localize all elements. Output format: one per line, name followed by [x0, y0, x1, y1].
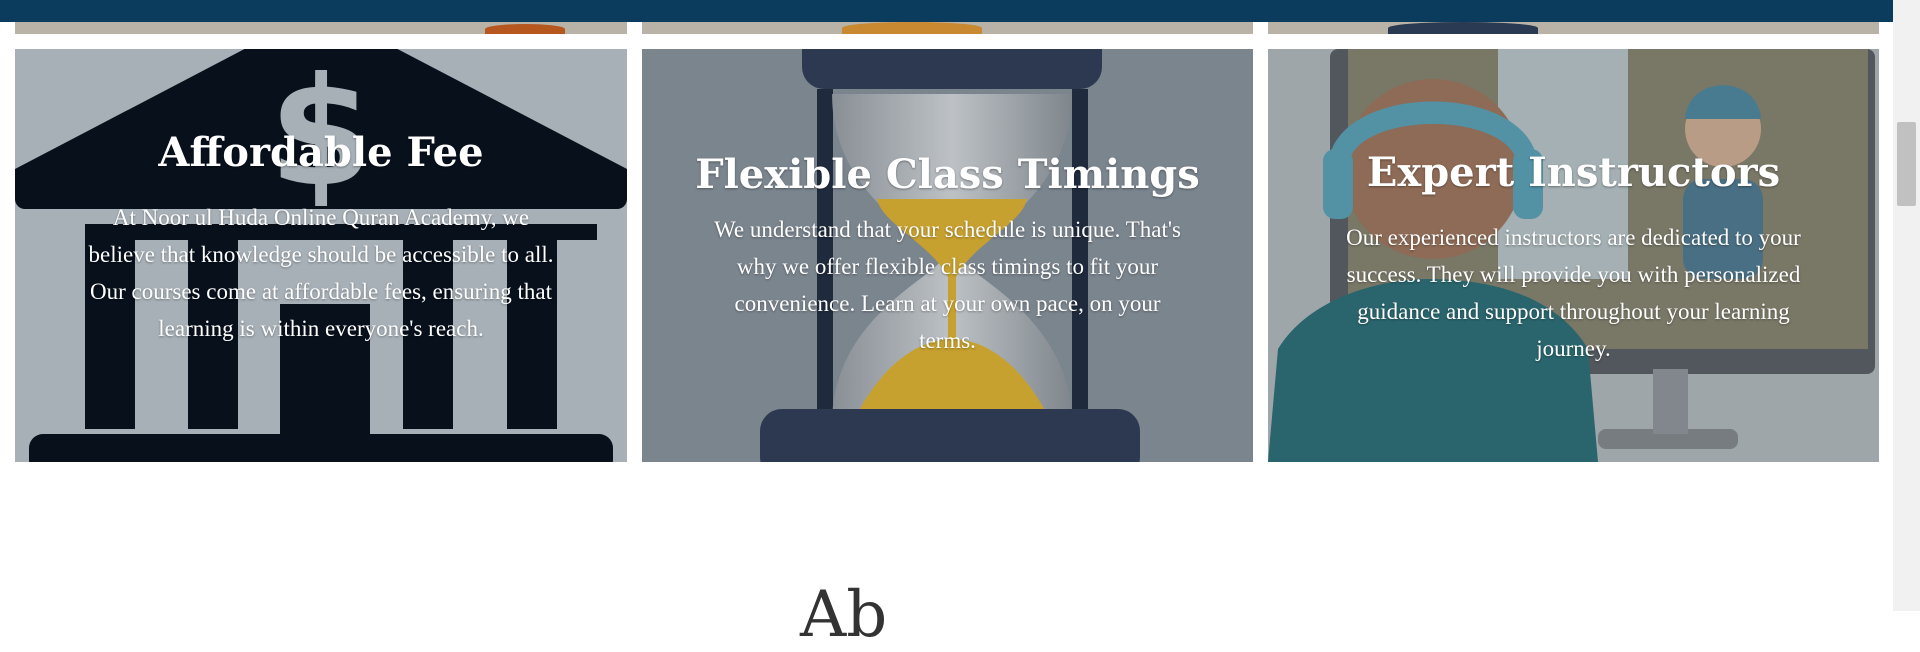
feature-card-flexible-timings: Flexible Class Timings We understand tha…: [642, 49, 1253, 462]
previous-card-image: [1268, 22, 1879, 34]
page-scrollbar[interactable]: [1893, 0, 1920, 611]
feature-card-affordable-fee: $ Affordable Fee At Noor ul Huda Online …: [15, 49, 627, 462]
feature-card-expert-instructors: Expert Instructors Our experienced instr…: [1268, 49, 1879, 462]
previous-card-image: [15, 22, 627, 34]
previous-section-strip: [0, 0, 1893, 34]
scrollbar-thumb[interactable]: [1897, 122, 1916, 206]
card-title: Affordable Fee: [158, 129, 484, 176]
card-description: We understand that your schedule is uniq…: [714, 217, 1181, 353]
card-description: At Noor ul Huda Online Quran Academy, we…: [88, 205, 554, 341]
card-title: Flexible Class Timings: [695, 151, 1200, 198]
card-description: Our experienced instructors are dedicate…: [1346, 225, 1801, 361]
card-title: Expert Instructors: [1366, 149, 1781, 196]
section-heading: Ab: [800, 578, 888, 652]
previous-card-image: [642, 22, 1253, 34]
section-band: [0, 0, 1893, 22]
